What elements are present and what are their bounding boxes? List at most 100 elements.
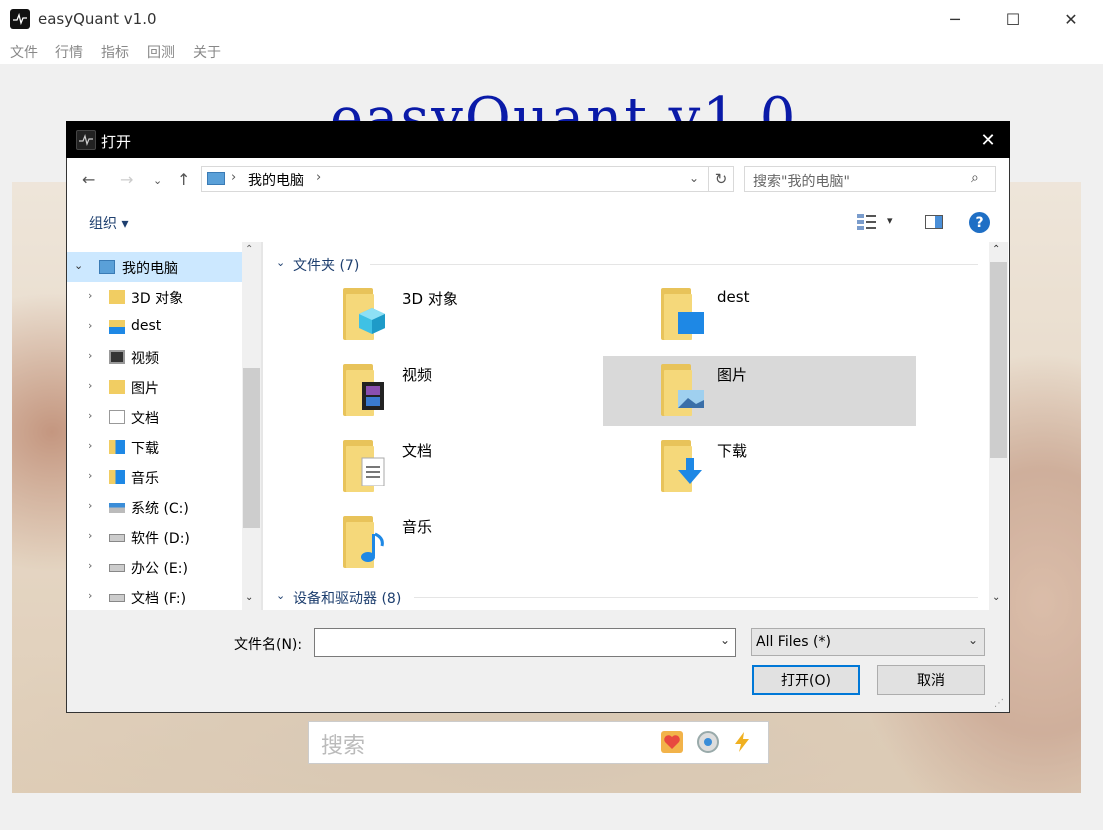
collapsed-chevron-icon[interactable]: › xyxy=(88,349,92,362)
forward-arrow-icon[interactable]: → xyxy=(120,170,133,189)
group-header-devices[interactable]: 设备和驱动器 (8) xyxy=(293,588,401,608)
nav-item-my-computer[interactable]: ⌄ 我的电脑 xyxy=(67,252,242,282)
lightning-icon[interactable] xyxy=(731,731,753,753)
nav-item-label: 视频 xyxy=(131,351,159,367)
nav-item-label: 下载 xyxy=(131,441,159,457)
help-icon[interactable]: ? xyxy=(969,212,990,233)
nav-item-drive-f[interactable]: › 文档 (F:) xyxy=(67,582,242,610)
documents-folder-icon xyxy=(343,440,387,492)
preview-pane-icon[interactable] xyxy=(925,215,943,229)
folder-3d-icon xyxy=(109,290,125,304)
file-type-select[interactable]: All Files (*) xyxy=(751,628,985,656)
view-dropdown-icon[interactable]: ▾ xyxy=(887,214,893,227)
recent-locations-chevron-icon[interactable]: ⌄ xyxy=(153,174,162,187)
favorites-icon[interactable] xyxy=(661,731,683,753)
folder-icon xyxy=(109,320,125,334)
file-type-dropdown-icon[interactable]: ⌄ xyxy=(968,633,978,647)
video-folder-icon xyxy=(343,364,387,416)
search-icon[interactable]: ⌕ xyxy=(971,170,979,186)
menu-quotes[interactable]: 行情 xyxy=(55,42,83,62)
documents-folder-icon xyxy=(109,410,125,424)
collapsed-chevron-icon[interactable]: › xyxy=(88,589,92,602)
downloads-folder-icon xyxy=(661,440,705,492)
collapsed-chevron-icon[interactable]: › xyxy=(88,499,92,512)
menu-backtest[interactable]: 回测 xyxy=(147,42,175,62)
nav-item-music[interactable]: › 音乐 xyxy=(67,462,242,492)
nav-item-pictures[interactable]: › 图片 xyxy=(67,372,242,402)
view-options-icon[interactable] xyxy=(857,213,877,230)
nav-item-label: 软件 (D:) xyxy=(131,531,190,547)
folder-3d-icon xyxy=(343,288,387,340)
expanded-chevron-icon[interactable]: ⌄ xyxy=(74,259,83,272)
filename-input[interactable] xyxy=(314,628,736,657)
collapsed-chevron-icon[interactable]: › xyxy=(88,529,92,542)
breadcrumb[interactable]: 我的电脑 xyxy=(248,170,304,190)
filename-label: 文件名(N): xyxy=(234,637,303,653)
collapsed-chevron-icon[interactable]: › xyxy=(88,439,92,452)
navigation-scroll-thumb[interactable] xyxy=(243,368,260,528)
folder-label: 下载 xyxy=(717,442,748,460)
group-collapse-icon[interactable]: ⌄ xyxy=(276,256,285,269)
scroll-up-icon[interactable]: ⌃ xyxy=(992,244,1000,255)
computer-icon xyxy=(99,260,115,274)
folder-item-downloads[interactable]: 下载 xyxy=(603,432,916,502)
nav-item-label: 我的电脑 xyxy=(122,261,178,277)
address-dropdown-icon[interactable]: ⌄ xyxy=(689,171,699,185)
nav-item-downloads[interactable]: › 下载 xyxy=(67,432,242,462)
folder-label: dest xyxy=(717,288,750,306)
history-icon[interactable] xyxy=(697,731,719,753)
cancel-button[interactable]: 取消 xyxy=(877,665,985,695)
drive-icon xyxy=(109,594,125,602)
nav-item-dest[interactable]: › dest xyxy=(67,312,242,342)
dialog-app-icon xyxy=(76,130,96,150)
folder-item-videos[interactable]: 视频 xyxy=(266,356,579,426)
breadcrumb-separator-icon: › xyxy=(231,170,237,185)
nav-item-videos[interactable]: › 视频 xyxy=(67,342,242,372)
resize-grip-icon[interactable]: ⋰ xyxy=(994,698,1004,709)
search-field[interactable]: 搜索"我的电脑" xyxy=(753,171,850,191)
collapsed-chevron-icon[interactable]: › xyxy=(88,289,92,302)
folder-item-3d-objects[interactable]: 3D 对象 xyxy=(266,280,579,350)
music-folder-icon xyxy=(109,470,125,484)
folder-item-music[interactable]: 音乐 xyxy=(266,508,579,578)
collapsed-chevron-icon[interactable]: › xyxy=(88,379,92,392)
organize-button[interactable]: 组织 ▾ xyxy=(89,213,128,233)
search-input[interactable]: 搜索 xyxy=(321,728,365,760)
collapsed-chevron-icon[interactable]: › xyxy=(88,319,92,332)
nav-item-drive-d[interactable]: › 软件 (D:) xyxy=(67,522,242,552)
refresh-icon[interactable]: ↻ xyxy=(708,167,733,191)
collapsed-chevron-icon[interactable]: › xyxy=(88,559,92,572)
nav-item-3d-objects[interactable]: › 3D 对象 xyxy=(67,282,242,312)
menu-file[interactable]: 文件 xyxy=(10,42,38,62)
open-button[interactable]: 打开(O) xyxy=(752,665,860,695)
folder-item-dest[interactable]: dest xyxy=(603,280,916,350)
maximize-button[interactable]: ☐ xyxy=(984,0,1042,38)
folder-item-documents[interactable]: 文档 xyxy=(266,432,579,502)
collapsed-chevron-icon[interactable]: › xyxy=(88,409,92,422)
menu-indicators[interactable]: 指标 xyxy=(101,42,129,62)
group-header-folders[interactable]: 文件夹 (7) xyxy=(293,255,359,275)
nav-item-drive-e[interactable]: › 办公 (E:) xyxy=(67,552,242,582)
nav-item-documents[interactable]: › 文档 xyxy=(67,402,242,432)
group-collapse-icon[interactable]: ⌄ xyxy=(276,589,285,602)
scroll-up-icon[interactable]: ⌃ xyxy=(245,244,253,255)
nav-item-label: 音乐 xyxy=(131,471,159,487)
breadcrumb-chevron-icon[interactable]: › xyxy=(316,170,321,185)
up-arrow-icon[interactable]: ↑ xyxy=(177,170,190,189)
music-folder-icon xyxy=(343,516,387,568)
scroll-down-icon[interactable]: ⌄ xyxy=(245,592,253,603)
back-arrow-icon[interactable]: ← xyxy=(82,170,95,189)
minimize-button[interactable]: ─ xyxy=(926,0,984,38)
menu-about[interactable]: 关于 xyxy=(193,42,221,62)
scroll-down-icon[interactable]: ⌄ xyxy=(992,592,1000,603)
nav-item-label: 系统 (C:) xyxy=(131,501,189,517)
nav-item-drive-c[interactable]: › 系统 (C:) xyxy=(67,492,242,522)
file-list-scroll-thumb[interactable] xyxy=(990,262,1007,458)
collapsed-chevron-icon[interactable]: › xyxy=(88,469,92,482)
dialog-close-button[interactable]: ✕ xyxy=(975,128,1001,152)
pictures-folder-icon xyxy=(661,364,705,416)
filename-dropdown-icon[interactable]: ⌄ xyxy=(720,633,730,647)
folder-item-pictures[interactable]: 图片 xyxy=(603,356,916,426)
close-button[interactable]: ✕ xyxy=(1042,0,1100,38)
nav-item-label: 文档 (F:) xyxy=(131,591,187,607)
